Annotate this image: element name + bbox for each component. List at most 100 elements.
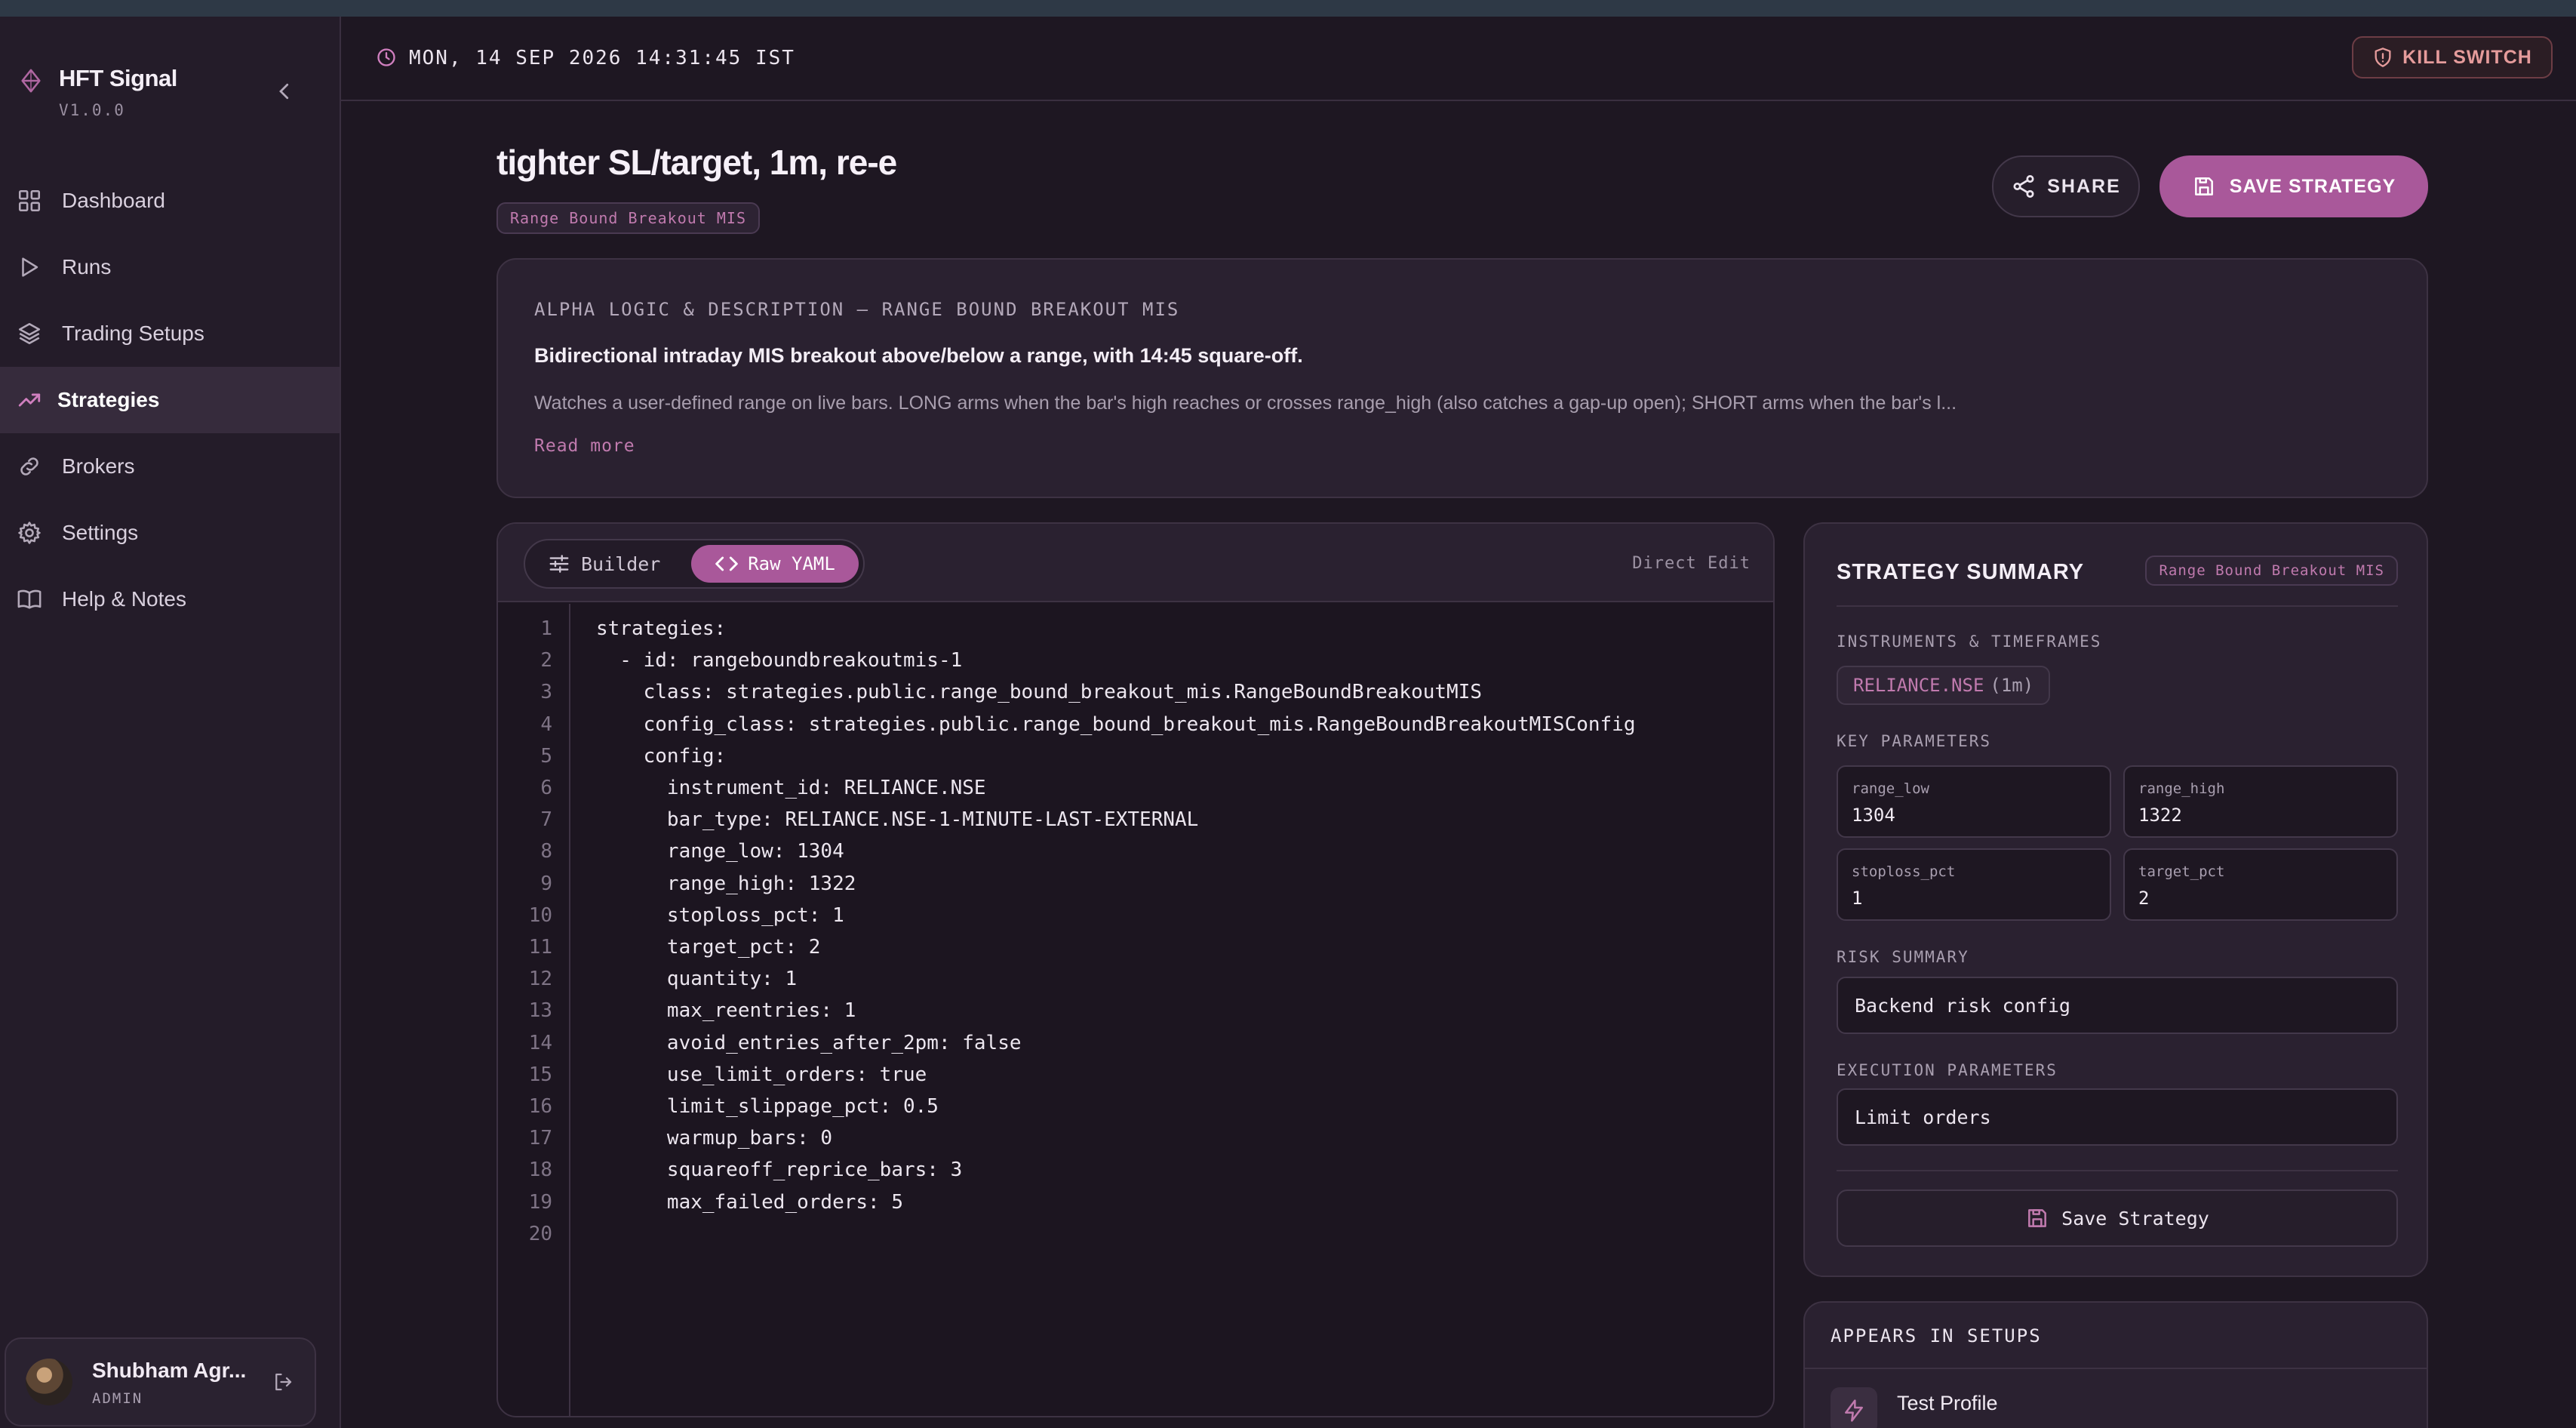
edit-mode-label: Direct Edit — [1632, 554, 1751, 573]
param-card: range_high 1322 — [2123, 765, 2398, 838]
book-icon — [17, 589, 41, 609]
avatar — [26, 1359, 72, 1405]
summary-strategy-badge: Range Bound Breakout MIS — [2145, 556, 2398, 586]
trending-up-icon — [18, 393, 41, 407]
user-card[interactable]: Shubham Agr... ADMIN — [5, 1337, 316, 1426]
execution-parameters-label: EXECUTION PARAMETERS — [1837, 1061, 2058, 1079]
setups-title: APPEARS IN SETUPS — [1831, 1325, 2042, 1346]
line-number: 19 — [528, 1190, 552, 1214]
user-role: ADMIN — [92, 1390, 143, 1407]
param-key: stoploss_pct — [1852, 863, 1956, 880]
code-line: instrument_id: RELIANCE.NSE — [596, 777, 986, 799]
param-card: target_pct 2 — [2123, 848, 2398, 921]
appears-in-setups-card: APPEARS IN SETUPS Test Profile — [1803, 1301, 2428, 1428]
code-icon — [715, 556, 739, 571]
risk-summary-label: RISK SUMMARY — [1837, 948, 1969, 966]
description-body: Watches a user-defined range on live bar… — [534, 392, 1957, 414]
code-line: squareoff_reprice_bars: 3 — [596, 1159, 963, 1182]
layers-icon — [18, 322, 41, 345]
sidebar-item-label: Help & Notes — [62, 587, 186, 611]
sidebar-item-runs[interactable]: Runs — [0, 234, 340, 300]
line-number: 1 — [540, 617, 552, 640]
play-icon — [22, 257, 38, 277]
line-number: 7 — [540, 808, 552, 832]
code-line: max_failed_orders: 5 — [596, 1190, 903, 1214]
code-line: bar_type: RELIANCE.NSE-1-MINUTE-LAST-EXT… — [596, 808, 1199, 832]
share-button[interactable]: SHARE — [1992, 155, 2140, 217]
builder-label: Builder — [581, 552, 661, 575]
datetime-display: MON, 14 SEP 2026 14:31:45 IST — [409, 47, 795, 69]
sidebar-item-label: Trading Setups — [62, 322, 204, 345]
code-line: - id: rangeboundbreakoutmis-1 — [596, 649, 963, 672]
description-heading: ALPHA LOGIC & DESCRIPTION — RANGE BOUND … — [534, 299, 1180, 320]
lightning-icon — [1845, 1399, 1863, 1422]
sidebar-item-label: Strategies — [57, 388, 160, 411]
app-version: V1.0.0 — [59, 101, 125, 119]
code-line: class: strategies.public.range_bound_bre… — [596, 681, 1482, 704]
sidebar-item-brokers[interactable]: Brokers — [0, 433, 340, 500]
sidebar-item-settings[interactable]: Settings — [0, 500, 340, 566]
code-line: quantity: 1 — [596, 968, 798, 991]
line-number: 11 — [528, 936, 552, 959]
logout-icon[interactable] — [272, 1371, 294, 1393]
strategy-summary-card: STRATEGY SUMMARY Range Bound Breakout MI… — [1803, 522, 2428, 1277]
save-icon — [2194, 177, 2213, 195]
code-line: warmup_bars: 0 — [596, 1127, 833, 1150]
code-line: stoploss_pct: 1 — [596, 903, 844, 927]
line-number: 14 — [528, 1031, 552, 1054]
code-line: avoid_entries_after_2pm: false — [596, 1031, 1022, 1054]
description-card: ALPHA LOGIC & DESCRIPTION — RANGE BOUND … — [496, 258, 2428, 498]
code-line: use_limit_orders: true — [596, 1063, 927, 1086]
setup-item-icon — [1831, 1387, 1877, 1428]
execution-parameters-value: Limit orders — [1837, 1088, 2398, 1146]
yaml-editor-panel: Builder Raw YAML Direct Edit 1 2 3 4 5 6 7 8 9 10… — [496, 522, 1775, 1417]
clock-icon — [377, 48, 395, 66]
app-name: HFT Signal — [59, 65, 177, 91]
sidebar-item-label: Runs — [62, 255, 112, 279]
instrument-name: RELIANCE.NSE — [1853, 675, 1984, 696]
sidebar-item-strategies[interactable]: Strategies — [0, 367, 340, 433]
code-line: range_low: 1304 — [596, 840, 844, 863]
summary-save-button[interactable]: Save Strategy — [1837, 1189, 2398, 1247]
grid-icon — [18, 189, 41, 212]
line-number: 3 — [540, 681, 552, 704]
code-line: config_class: strategies.public.range_bo… — [596, 712, 1636, 736]
description-lead: Bidirectional intraday MIS breakout abov… — [534, 344, 1303, 367]
sidebar-item-label: Dashboard — [62, 189, 165, 212]
instrument-chip: RELIANCE.NSE (1m) — [1837, 666, 2051, 705]
sidebar-item-dashboard[interactable]: Dashboard — [0, 168, 340, 234]
param-key: range_high — [2138, 780, 2225, 797]
kill-switch-button[interactable]: KILL SWITCH — [2352, 36, 2553, 78]
shield-alert-icon — [2375, 48, 2391, 67]
sidebar-item-label: Brokers — [62, 454, 135, 478]
param-key: range_low — [1852, 780, 1929, 797]
save-strategy-button[interactable]: SAVE STRATEGY — [2159, 155, 2428, 217]
divider — [1837, 1170, 2398, 1171]
param-value: 1304 — [1852, 805, 1895, 826]
code-line: config: — [596, 744, 727, 768]
editor-mode-toggle: Builder Raw YAML — [524, 539, 865, 589]
line-number: 9 — [540, 872, 552, 895]
sidebar-item-help-notes[interactable]: Help & Notes — [0, 566, 340, 632]
gear-icon — [18, 522, 41, 544]
summary-title: STRATEGY SUMMARY — [1837, 560, 2085, 584]
kill-switch-label: KILL SWITCH — [2402, 46, 2532, 68]
builder-tab[interactable]: Builder — [548, 545, 660, 583]
sidebar-nav: Dashboard Runs Trading Setups Strategies… — [0, 168, 340, 632]
summary-save-label: Save Strategy — [2061, 1207, 2209, 1229]
param-value: 1 — [1852, 888, 1863, 909]
raw-yaml-tab[interactable]: Raw YAML — [691, 545, 859, 583]
share-label: SHARE — [2047, 175, 2121, 197]
line-number: 20 — [528, 1222, 552, 1245]
window-top-strip — [0, 0, 2576, 17]
read-more-link[interactable]: Read more — [534, 436, 635, 456]
raw-yaml-label: Raw YAML — [748, 553, 835, 574]
sidebar-item-trading-setups[interactable]: Trading Setups — [0, 300, 340, 367]
chevron-left-icon[interactable] — [273, 80, 296, 103]
risk-summary-value: Backend risk config — [1837, 977, 2398, 1034]
instrument-timeframe: (1m) — [1990, 675, 2034, 696]
setup-item-name[interactable]: Test Profile — [1897, 1392, 1998, 1415]
line-number: 2 — [540, 649, 552, 672]
line-number: 18 — [528, 1159, 552, 1182]
line-number: 8 — [540, 840, 552, 863]
